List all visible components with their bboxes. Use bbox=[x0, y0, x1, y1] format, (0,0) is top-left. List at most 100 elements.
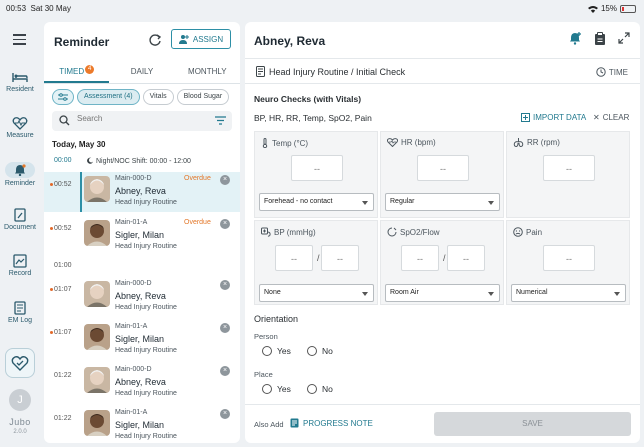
refresh-icon[interactable] bbox=[147, 32, 163, 48]
close-icon[interactable]: × bbox=[220, 280, 230, 290]
bp-diastolic-input[interactable]: -- bbox=[321, 245, 359, 271]
item-name: Sigler, Milan bbox=[115, 334, 165, 344]
add-reminder-icon[interactable] bbox=[569, 32, 582, 45]
nav-label: Record bbox=[8, 270, 32, 277]
record-icon bbox=[13, 254, 27, 268]
clipboard-icon[interactable] bbox=[594, 32, 606, 45]
pain-scale-select[interactable]: Numerical bbox=[511, 284, 626, 302]
lungs-icon bbox=[513, 138, 524, 147]
hr-rhythm-select[interactable]: Regular bbox=[385, 193, 500, 211]
routine-title: Head Injury Routine / Initial Check bbox=[269, 67, 406, 77]
import-data-button[interactable]: IMPORT DATA bbox=[521, 113, 586, 122]
avatar bbox=[84, 176, 110, 202]
temp-method-select[interactable]: Forehead - no contact bbox=[259, 193, 374, 211]
blood-pressure-icon bbox=[261, 227, 271, 237]
clock-icon bbox=[596, 67, 606, 77]
filter-chips: Assessment (4) Vitals Blood Sugar bbox=[52, 89, 230, 105]
page-title: Abney, Reva bbox=[254, 34, 326, 48]
moon-icon bbox=[87, 157, 94, 164]
list-item[interactable]: 00:52 Main-01-A Sigler, Milan Head Injur… bbox=[44, 216, 240, 256]
detail-footer: Also Add PROGRESS NOTE SAVE bbox=[245, 404, 640, 443]
bp-position-select[interactable]: None bbox=[259, 284, 374, 302]
nav-rail: Resident Measure Reminder Document Recor… bbox=[0, 18, 40, 447]
search-box bbox=[52, 111, 232, 131]
close-icon[interactable]: × bbox=[220, 219, 230, 229]
chip-vitals[interactable]: Vitals bbox=[142, 89, 174, 105]
hr-input[interactable]: -- bbox=[417, 155, 469, 181]
shift-header: 00:00 Night/NOC Shift: 00:00 - 12:00 bbox=[44, 155, 240, 169]
clear-button[interactable]: ✕ CLEAR bbox=[593, 113, 629, 122]
routine-bar: Head Injury Routine / Initial Check TIME bbox=[245, 58, 640, 84]
user-avatar[interactable]: J bbox=[9, 389, 31, 411]
temp-input[interactable]: -- bbox=[291, 155, 343, 181]
place-no-radio[interactable]: No bbox=[307, 384, 333, 394]
bp-label: BP (mmHg) bbox=[274, 227, 316, 237]
list-item[interactable]: 00:52 Main-000-D Abney, Reva Head Injury… bbox=[44, 172, 240, 212]
search-icon bbox=[59, 115, 70, 126]
chip-blood-sugar[interactable]: Blood Sugar bbox=[176, 89, 230, 105]
nav-reminder[interactable]: Reminder bbox=[0, 162, 40, 187]
item-room: Main-01-A bbox=[115, 409, 148, 416]
radio-label: Yes bbox=[277, 384, 291, 394]
place-yes-radio[interactable]: Yes bbox=[262, 384, 291, 394]
tab-label: MONTHLY bbox=[188, 67, 227, 76]
radio-circle bbox=[307, 346, 317, 356]
tab-daily[interactable]: DAILY bbox=[109, 62, 174, 83]
battery-level bbox=[622, 6, 625, 11]
save-button[interactable]: SAVE bbox=[434, 412, 631, 436]
oxygen-source-select[interactable]: Room Air bbox=[385, 284, 500, 302]
chevron-down-icon bbox=[488, 292, 494, 296]
person-no-radio[interactable]: No bbox=[307, 346, 333, 356]
close-icon[interactable]: × bbox=[220, 409, 230, 419]
nav-measure[interactable]: Measure bbox=[0, 116, 40, 139]
list-item[interactable]: 01:22 Main-000-D Abney, Reva Head Injury… bbox=[44, 363, 240, 403]
list-item[interactable]: 01:22 Main-01-A Sigler, Milan Head Injur… bbox=[44, 406, 240, 443]
pain-input[interactable]: -- bbox=[543, 245, 595, 271]
spo2-input[interactable]: -- bbox=[401, 245, 439, 271]
assign-button[interactable]: ASSIGN bbox=[171, 29, 231, 49]
bed-icon bbox=[12, 73, 28, 82]
place-label: Place bbox=[254, 370, 273, 379]
tab-monthly[interactable]: MONTHLY bbox=[175, 62, 240, 83]
person-yes-radio[interactable]: Yes bbox=[262, 346, 291, 356]
nav-document[interactable]: Document bbox=[0, 208, 40, 231]
item-room: Main-000-D bbox=[115, 366, 152, 373]
filter-icon[interactable] bbox=[215, 116, 226, 125]
nav-resident[interactable]: Resident bbox=[0, 70, 40, 93]
chip-assessment[interactable]: Assessment (4) bbox=[77, 89, 140, 105]
list-item[interactable]: 01:07 Main-01-A Sigler, Milan Head Injur… bbox=[44, 320, 240, 360]
tab-badge: 4 bbox=[85, 65, 95, 74]
bp-systolic-input[interactable]: -- bbox=[275, 245, 313, 271]
search-input[interactable] bbox=[77, 114, 197, 123]
detail-panel: Abney, Reva Head Injury Routine / Initia… bbox=[245, 22, 640, 443]
radio-label: No bbox=[322, 384, 333, 394]
tab-timed[interactable]: TIMED 4 bbox=[44, 62, 110, 83]
battery-icon bbox=[620, 4, 636, 13]
close-icon[interactable]: × bbox=[220, 323, 230, 333]
chevron-down-icon bbox=[362, 292, 368, 296]
item-time: 01:07 bbox=[54, 286, 72, 293]
status-bar: 00:53 Sat 30 May 15% bbox=[0, 0, 644, 18]
list-item[interactable]: 01:07 Main-000-D Abney, Reva Head Injury… bbox=[44, 277, 240, 317]
time-button[interactable]: TIME bbox=[596, 67, 628, 77]
flow-input[interactable]: -- bbox=[447, 245, 485, 271]
close-icon[interactable]: × bbox=[220, 366, 230, 376]
vitals-shortcut-button[interactable] bbox=[5, 348, 35, 378]
close-icon[interactable]: × bbox=[220, 175, 230, 185]
menu-icon[interactable] bbox=[13, 34, 26, 45]
nav-label: Resident bbox=[6, 86, 34, 93]
progress-note-button[interactable]: PROGRESS NOTE bbox=[290, 418, 373, 428]
status-time-date: 00:53 Sat 30 May bbox=[6, 4, 71, 13]
rr-input[interactable]: -- bbox=[543, 155, 595, 181]
item-name: Sigler, Milan bbox=[115, 230, 165, 240]
avatar bbox=[84, 367, 110, 393]
expand-icon[interactable] bbox=[618, 32, 630, 44]
rr-card: RR (rpm) -- bbox=[506, 131, 630, 218]
temp-card: Temp (°C) -- Forehead - no contact bbox=[254, 131, 378, 218]
assign-label: ASSIGN bbox=[192, 34, 224, 44]
nav-record[interactable]: Record bbox=[0, 254, 40, 277]
filter-toggle-button[interactable] bbox=[52, 89, 74, 105]
thermometer-icon bbox=[262, 138, 268, 148]
item-routine: Head Injury Routine bbox=[115, 304, 177, 311]
nav-em-log[interactable]: EM Log bbox=[0, 301, 40, 324]
